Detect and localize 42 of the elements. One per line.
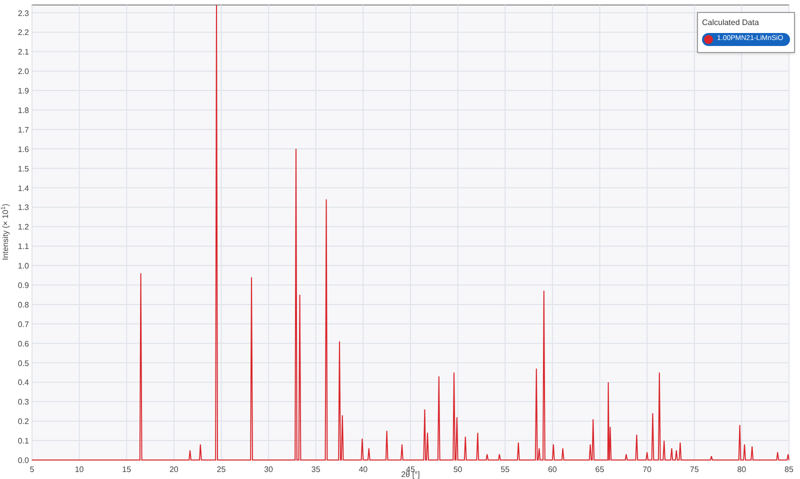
y-tick-label: 1.4 bbox=[18, 184, 29, 193]
y-tick-label: 0.2 bbox=[18, 417, 29, 426]
x-tick-label: 20 bbox=[169, 465, 178, 474]
x-tick-label: 45 bbox=[406, 465, 415, 474]
y-tick-label: 1.7 bbox=[18, 125, 29, 134]
x-tick-label: 65 bbox=[595, 465, 604, 474]
x-tick-label: 10 bbox=[74, 465, 84, 474]
y-tick-label: 0.0 bbox=[18, 456, 29, 465]
x-tick-label: 40 bbox=[358, 465, 368, 474]
y-tick-label: 1.3 bbox=[18, 203, 29, 212]
y-tick-label: 0.8 bbox=[18, 300, 29, 310]
x-tick-label: 85 bbox=[784, 465, 794, 474]
y-tick-label: 0.7 bbox=[18, 320, 29, 329]
y-tick-label: 2.3 bbox=[18, 8, 29, 18]
y-tick-label: 0.1 bbox=[18, 436, 29, 446]
y-tick-label: 1.2 bbox=[18, 222, 29, 232]
y-tick-label: 1.1 bbox=[18, 242, 29, 252]
y-tick-label: 1.6 bbox=[18, 144, 29, 154]
x-tick-label: 35 bbox=[311, 465, 320, 474]
y-tick-label: 1.0 bbox=[18, 262, 29, 271]
y-tick-label: 0.5 bbox=[18, 358, 29, 368]
y-tick-label: 0.6 bbox=[18, 339, 29, 348]
x-tick-label: 50 bbox=[453, 465, 462, 474]
x-tick-label: 30 bbox=[264, 465, 274, 474]
x-tick-label: 80 bbox=[737, 465, 746, 474]
y-tick-label: 0.3 bbox=[18, 398, 29, 407]
x-tick-label: 60 bbox=[548, 465, 557, 474]
y-tick-label: 2.0 bbox=[18, 67, 29, 76]
x-tick-label: 25 bbox=[216, 465, 226, 474]
y-tick-label: 1.5 bbox=[18, 164, 29, 174]
x-tick-label: 5 bbox=[30, 465, 34, 474]
y-tick-label: 1.8 bbox=[18, 106, 29, 115]
x-tick-label: 55 bbox=[500, 465, 510, 474]
y-tick-label: 1.9 bbox=[18, 86, 29, 96]
x-tick-label: 70 bbox=[642, 465, 652, 474]
y-tick-label: 0.9 bbox=[18, 281, 29, 290]
y-tick-label: 0.4 bbox=[18, 378, 29, 388]
y-tick-label: 2.1 bbox=[18, 48, 29, 57]
legend-title: Calculated Data bbox=[702, 17, 760, 29]
x-tick-label: 15 bbox=[122, 465, 132, 474]
x-tick-label: 75 bbox=[690, 465, 699, 474]
y-tick-label: 2.2 bbox=[18, 28, 29, 38]
